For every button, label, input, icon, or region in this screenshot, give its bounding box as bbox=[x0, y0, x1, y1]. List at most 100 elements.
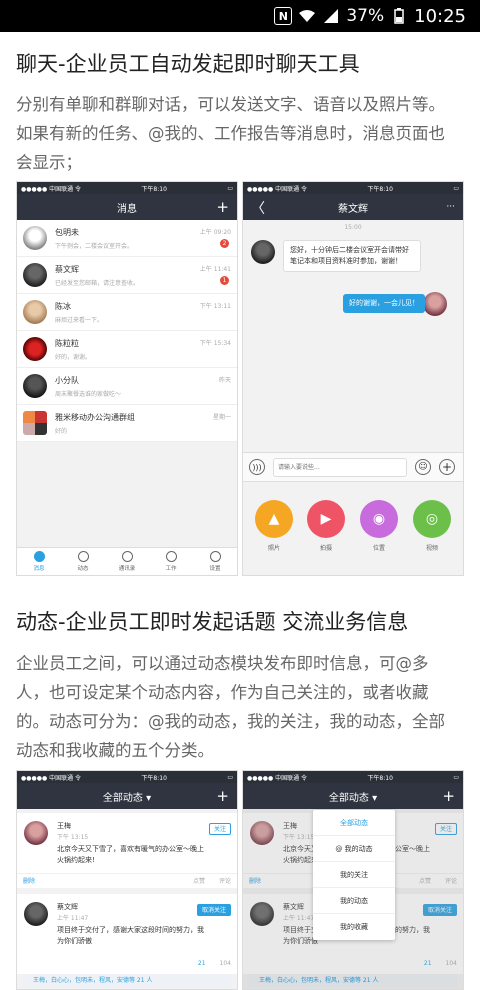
chat-timestamp: 15:00 bbox=[344, 224, 362, 231]
desc-line: 的。动态可分为：@我的动态，我的关注，我的动态，全部 bbox=[16, 712, 445, 731]
add-icon[interactable]: + bbox=[442, 787, 455, 805]
feed-filter-dropdown[interactable]: 全部动态 ▾ bbox=[329, 789, 377, 804]
location-icon[interactable]: ◉ bbox=[360, 500, 398, 538]
video-icon[interactable]: ◎ bbox=[413, 500, 451, 538]
like-count[interactable]: 21 bbox=[198, 960, 206, 967]
back-icon[interactable]: 〈 bbox=[251, 198, 265, 218]
follow-button[interactable]: 关注 bbox=[208, 823, 231, 835]
ios-time: 下午8:10 bbox=[141, 185, 167, 193]
message-icon bbox=[33, 551, 45, 562]
avatar bbox=[24, 821, 48, 845]
tab-feed[interactable]: 动态 bbox=[61, 548, 105, 575]
avatar bbox=[23, 300, 47, 324]
unread-badge: 1 bbox=[220, 276, 229, 285]
conversation-preview: 下午例会，二楼会议室开会。 bbox=[55, 242, 134, 250]
settings-icon bbox=[209, 551, 221, 562]
emoji-icon[interactable]: ☺ bbox=[415, 459, 431, 475]
comment-button[interactable]: 评论 bbox=[219, 876, 231, 885]
post-time: 上午 11:47 bbox=[57, 915, 89, 922]
avatar bbox=[23, 374, 47, 398]
post-time: 下午 13:15 bbox=[57, 834, 89, 841]
avatar bbox=[24, 902, 48, 926]
attachment-panel: ▲ 照片 ▶ 拍摄 ◉ 位置 ◎ 视频 bbox=[243, 500, 463, 570]
work-icon bbox=[165, 551, 177, 562]
camera-icon[interactable]: ▶ bbox=[307, 500, 345, 538]
tab-work[interactable]: 工作 bbox=[149, 548, 193, 575]
section-title-chat: 聊天-企业员工自动发起即时聊天工具 bbox=[16, 52, 360, 76]
menu-item-all[interactable]: 全部动态 bbox=[313, 810, 395, 836]
action-label: 位置 bbox=[372, 545, 385, 552]
menu-item-favorites[interactable]: 我的收藏 bbox=[313, 914, 395, 940]
conversation-name: 陈粒粒 bbox=[55, 338, 79, 348]
ios-status-bar: ●●●●● 中国联通 令 下午8:10 ▭ bbox=[17, 771, 237, 783]
conversation-time: 上午 09:20 bbox=[199, 229, 231, 236]
tab-label: 通讯录 bbox=[118, 566, 136, 572]
message-input[interactable] bbox=[273, 458, 407, 477]
outgoing-message: 好的谢谢，一会儿见！ bbox=[343, 294, 425, 313]
delete-button[interactable]: 删除 bbox=[23, 876, 35, 885]
conversation-item[interactable]: 包明未下午例会，二楼会议室开会。 上午 09:20 2 bbox=[17, 220, 237, 257]
add-icon[interactable]: + bbox=[216, 198, 229, 216]
ios-time: 下午8:10 bbox=[367, 185, 393, 193]
conversation-item[interactable]: 蔡文辉已经发至您邮箱，请注意查收。 上午 11:41 1 bbox=[17, 257, 237, 294]
like-button[interactable]: 点赞 bbox=[193, 876, 205, 885]
conversation-item[interactable]: 雅米移动办公沟通群组 好的 星期一 bbox=[17, 405, 237, 442]
add-icon[interactable]: + bbox=[216, 787, 229, 805]
feed-post: 王梅 下午 13:15 关注 北京今天又下雪了，喜欢有暖气的办公室～晚上火锅约起… bbox=[17, 813, 237, 888]
conversation-name: 陈冰 bbox=[55, 301, 71, 311]
ios-status-bar: ●●●●● 中国联通 令 下午8:10 ▭ bbox=[17, 182, 237, 194]
tab-label: 工作 bbox=[165, 566, 177, 572]
unread-badge: 2 bbox=[220, 239, 229, 248]
menu-item-at-me[interactable]: @ 我的动态 bbox=[313, 836, 395, 862]
conversation-item[interactable]: 陈粒粒 好的，谢谢。 下午 15:34 bbox=[17, 331, 237, 368]
feed-icon bbox=[77, 551, 89, 562]
nav-bar: 全部动态 ▾ + bbox=[243, 783, 463, 809]
conversation-preview: 好的 bbox=[55, 427, 68, 435]
section-title-feed: 动态-企业员工即时发起话题 交流业务信息 bbox=[16, 610, 409, 634]
ios-status-bar: ●●●●● 中国联通 令 下午8:10 ▭ bbox=[243, 771, 463, 783]
plus-icon[interactable]: + bbox=[439, 459, 455, 475]
chat-screenshot: ●●●●● 中国联通 令 下午8:10 ▭ 〈 蔡文辉 ··· 15:00 您好… bbox=[242, 181, 464, 576]
tab-label: 消息 bbox=[33, 566, 45, 572]
article-page: 聊天-企业员工自动发起即时聊天工具 分别有单聊和群聊对话，可以发送文字、语音以及… bbox=[0, 32, 480, 990]
tab-contacts[interactable]: 通讯录 bbox=[105, 548, 149, 575]
ios-time: 下午8:10 bbox=[367, 774, 393, 782]
feed-filter-screenshot: ●●●●● 中国联通 令 下午8:10 ▭ 全部动态 ▾ + 王梅 下午 13:… bbox=[242, 770, 464, 990]
post-actions: 21 104 bbox=[17, 956, 237, 970]
voice-icon[interactable]: ))) bbox=[249, 459, 265, 475]
menu-item-following[interactable]: 我的关注 bbox=[313, 862, 395, 888]
conversation-item[interactable]: 陈冰 麻烦过来看一下。 下午 13:11 bbox=[17, 294, 237, 331]
conversation-preview: 周末聚餐选谁的家做吃～ bbox=[55, 390, 122, 398]
photo-icon[interactable]: ▲ bbox=[255, 500, 293, 538]
conversation-name: 蔡文辉 bbox=[55, 264, 79, 274]
avatar bbox=[23, 263, 47, 287]
messages-screenshot: ●●●●● 中国联通 令 下午8:10 ▭ 消息 + 包明未下午例会，二楼会议室… bbox=[16, 181, 238, 576]
tab-label: 动态 bbox=[77, 566, 89, 572]
conversation-name: 包明未 bbox=[55, 227, 79, 237]
clock: 10:25 bbox=[414, 5, 466, 27]
feed-post: 蔡文辉 上午 11:47 取消关注 项目终于交付了，感谢大家这段时间的努力，我为… bbox=[17, 894, 237, 974]
more-icon[interactable]: ··· bbox=[446, 202, 455, 212]
chat-input-bar: ))) ☺ + bbox=[243, 452, 463, 482]
conversation-time: 上午 11:41 bbox=[199, 266, 231, 273]
comment-count[interactable]: 104 bbox=[220, 960, 231, 967]
section-desc-chat: 分别有单聊和群聊对话，可以发送文字、语音以及照片等。 如果有新的任务、@我的、工… bbox=[16, 90, 466, 177]
carrier-label: ●●●●● 中国联通 令 bbox=[21, 774, 81, 782]
tab-messages[interactable]: 消息 bbox=[17, 548, 61, 575]
conversation-item[interactable]: 小分队 周末聚餐选谁的家做吃～ 昨天 bbox=[17, 368, 237, 405]
conversation-time: 下午 15:34 bbox=[199, 340, 231, 347]
menu-item-mine[interactable]: 我的动态 bbox=[313, 888, 395, 914]
unfollow-button[interactable]: 取消关注 bbox=[196, 904, 231, 916]
my-avatar bbox=[423, 292, 447, 316]
conversation-preview: 已经发至您邮箱，请注意查收。 bbox=[55, 279, 140, 287]
feed-filter-dropdown[interactable]: 全部动态 ▾ bbox=[103, 789, 151, 804]
contacts-icon bbox=[121, 551, 133, 562]
nav-bar: 全部动态 ▾ + bbox=[17, 783, 237, 809]
post-actions: 删除 点赞 评论 bbox=[17, 873, 237, 887]
carrier-label: ●●●●● 中国联通 令 bbox=[247, 774, 307, 782]
tab-settings[interactable]: 设置 bbox=[193, 548, 237, 575]
battery-percent: 37% bbox=[346, 6, 385, 26]
nfc-icon: N bbox=[274, 7, 293, 25]
carrier-label: ●●●●● 中国联通 令 bbox=[21, 185, 81, 193]
tab-label: 设置 bbox=[209, 566, 221, 572]
